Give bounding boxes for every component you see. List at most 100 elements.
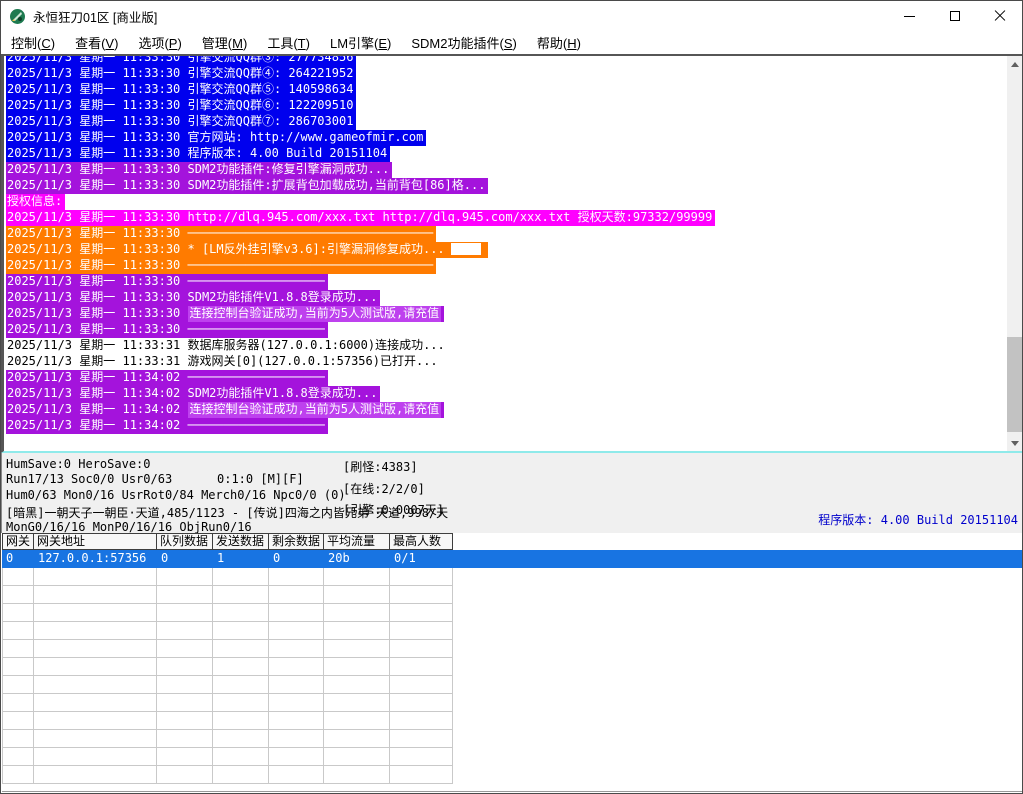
log-console[interactable]: 2025/11/3 星期一 11:33:30 引擎交流QQ群③: 2777348… [1,54,1023,453]
gateway-column-header[interactable]: 网关 [2,533,34,550]
log-segment: 2025/11/3 星期一 11:33:30 官方网站: http://www.… [6,130,426,146]
gateway-empty-cell [2,748,34,766]
gateway-column-header[interactable]: 平均流量 [324,533,390,550]
gateway-column-header[interactable]: 网关地址 [34,533,157,550]
gateway-empty-cell [324,586,390,604]
menu-item-e[interactable]: LM引擎(E) [320,31,401,54]
gateway-empty-cell [390,748,453,766]
menu-item-s[interactable]: SDM2功能插件(S) [401,31,526,54]
gateway-cell: 0/1 [390,550,453,568]
close-icon [994,10,1006,22]
log-line: 授权信息: [6,193,1006,209]
gateway-empty-cell [157,730,213,748]
gateway-empty-cell [2,622,34,640]
minimize-icon [904,16,915,17]
gateway-empty-cell [269,766,324,784]
gateway-empty-cell [157,568,213,586]
scrollbar-down-button[interactable] [1007,435,1022,451]
gateway-empty-cell [2,730,34,748]
app-icon [9,8,26,25]
gateway-empty-cell [157,748,213,766]
gateway-empty-cell [34,622,157,640]
gateway-empty-cell [269,640,324,658]
gateway-cell: 20b [324,550,390,568]
gateway-empty-cell [34,658,157,676]
gateway-empty-cell [157,766,213,784]
status-engine-uptime: [引擎:0.0007天] [343,501,444,518]
log-segment: 2025/11/3 星期一 11:33:30 引擎交流QQ群⑤: 1405986… [6,82,356,98]
menu-item-p[interactable]: 选项(P) [128,31,191,54]
gateway-empty-row [2,766,1023,784]
gateway-empty-row [2,586,1023,604]
gateway-row-selected[interactable]: 0127.0.0.1:5735601020b0/1 [2,550,1023,568]
gateway-column-header[interactable]: 队列数据 [157,533,213,550]
gateway-empty-row [2,694,1023,712]
gateway-empty-cell [2,766,34,784]
gateway-cell: 0 [269,550,324,568]
gateway-cell: 0 [2,550,34,568]
app-window: 永恒狂刀01区 [商业版] 控制(C)查看(V)选项(P)管理(M)工具(T)L… [0,0,1023,794]
log-line: 2025/11/3 星期一 11:33:30 引擎交流QQ群④: 2642219… [6,65,1006,81]
log-segment: 2025/11/3 星期一 11:33:30 引擎交流QQ群⑥: 1222095… [6,98,356,114]
menu-item-h[interactable]: 帮助(H) [527,31,591,54]
menu-bar: 控制(C)查看(V)选项(P)管理(M)工具(T)LM引擎(E)SDM2功能插件… [1,31,1022,54]
gateway-empty-cell [213,712,269,730]
log-segment: 2025/11/3 星期一 11:33:30 http://dlq.945.co… [6,210,715,226]
gateway-empty-cell [324,712,390,730]
log-segment: 2025/11/3 星期一 11:33:30 ─────────────────… [6,226,436,242]
log-line: 2025/11/3 星期一 11:33:30 ─────────────────… [6,273,1006,289]
gateway-empty-cell [390,568,453,586]
scrollbar-up-button[interactable] [1007,56,1022,72]
gateway-empty-cell [269,730,324,748]
log-line: 2025/11/3 星期一 11:33:30 SDM2功能插件:修复引擎漏洞成功… [6,161,1006,177]
gateway-empty-row [2,658,1023,676]
gateway-column-header[interactable]: 剩余数据 [269,533,324,550]
gateway-column-header[interactable]: 发送数据 [213,533,269,550]
log-line: 2025/11/3 星期一 11:34:02 ─────────────────… [6,369,1006,385]
scroll-up-icon [1011,62,1019,67]
log-cursor-box [451,243,481,255]
log-segment: 2025/11/3 星期一 11:34:02 ─────────────────… [6,370,328,386]
menu-item-v[interactable]: 查看(V) [65,31,128,54]
log-line: 2025/11/3 星期一 11:33:30 程序版本: 4.00 Build … [6,145,1006,161]
gateway-empty-row [2,622,1023,640]
scrollbar-thumb[interactable] [1007,337,1022,432]
gateway-empty-cell [324,604,390,622]
gateway-empty-cell [213,658,269,676]
gateway-table-header: 网关网关地址队列数据发送数据剩余数据平均流量最高人数 [2,533,1023,550]
log-scrollbar[interactable] [1007,56,1022,451]
maximize-button[interactable] [932,1,977,31]
log-lines: 2025/11/3 星期一 11:33:30 引擎交流QQ群③: 2777348… [4,56,1006,433]
gateway-empty-cell [324,658,390,676]
log-line: 2025/11/3 星期一 11:33:30 官方网站: http://www.… [6,129,1006,145]
gateway-column-header[interactable]: 最高人数 [390,533,453,550]
log-segment: 2025/11/3 星期一 11:34:02 ─────────────────… [6,418,328,434]
log-line: 2025/11/3 星期一 11:33:30 http://dlq.945.co… [6,209,1006,225]
gateway-empty-cell [269,712,324,730]
menu-item-t[interactable]: 工具(T) [257,31,320,54]
gateway-empty-cell [34,748,157,766]
gateway-empty-cell [390,766,453,784]
minimize-button[interactable] [887,1,932,31]
gateway-empty-cell [34,640,157,658]
gateway-empty-cell [324,748,390,766]
close-button[interactable] [977,1,1022,31]
gateway-empty-cell [213,766,269,784]
log-highlight-segment: 连接控制台验证成功,当前为5人测试版,请充值 [188,306,442,322]
gateway-empty-cell [390,604,453,622]
gateway-empty-cell [157,676,213,694]
gateway-empty-cell [390,622,453,640]
log-segment: 2025/11/3 星期一 11:34:02 连接控制台验证成功,当前为5人测试… [6,402,444,418]
log-line: 2025/11/3 星期一 11:33:30 * [LM反外挂引擎v3.6]:引… [6,241,1006,257]
gateway-empty-cell [390,586,453,604]
gateway-table[interactable]: 网关网关地址队列数据发送数据剩余数据平均流量最高人数 0127.0.0.1:57… [2,533,1023,792]
gateway-empty-cell [34,586,157,604]
menu-item-c[interactable]: 控制(C) [1,31,65,54]
log-highlight-segment: 连接控制台验证成功,当前为5人测试版,请充值 [188,402,442,418]
menu-item-m[interactable]: 管理(M) [192,31,258,54]
gateway-empty-cell [269,658,324,676]
log-segment: 2025/11/3 星期一 11:33:30 连接控制台验证成功,当前为5人测试… [6,306,444,322]
status-mon-counters: MonG0/16/16 MonP0/16/16 ObjRun0/16 [6,520,252,534]
gateway-empty-cell [213,748,269,766]
status-run-counters: Run17/13 Soc0/0 Usr0/63 [6,472,172,486]
